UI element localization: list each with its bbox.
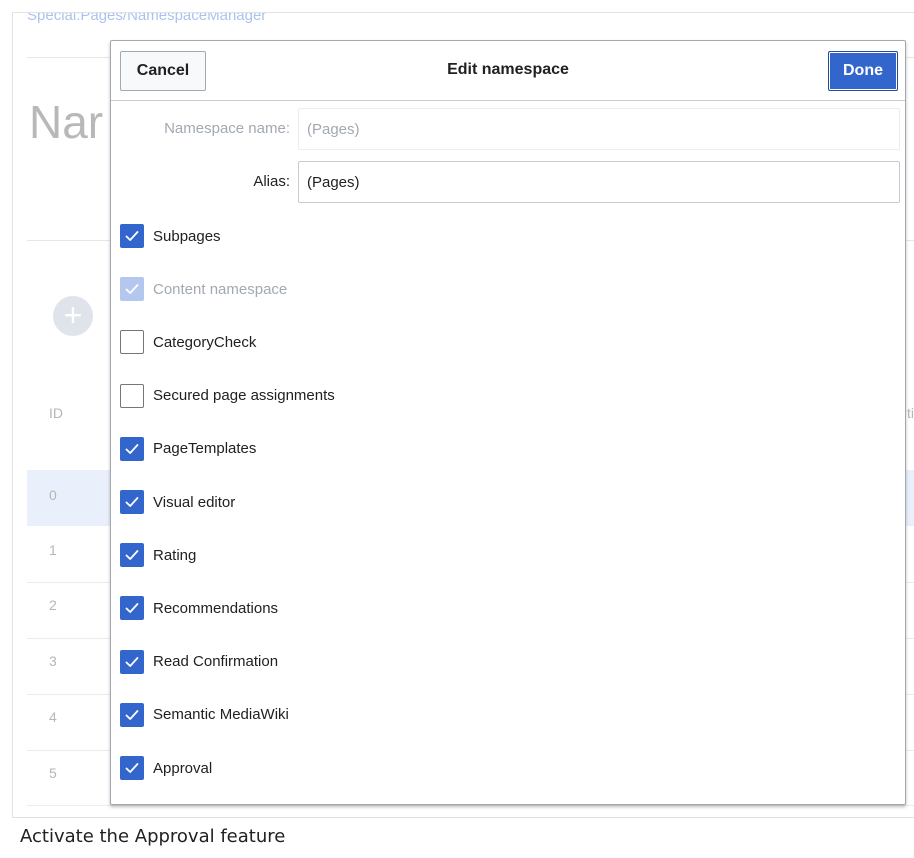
checkbox-row-visual-editor[interactable]: Visual editor (120, 489, 235, 515)
checkbox-read-confirmation[interactable] (120, 649, 144, 674)
done-button[interactable]: Done (828, 51, 898, 91)
checkbox-rating[interactable] (120, 543, 144, 568)
edit-namespace-dialog: Cancel Edit namespace Done Namespace nam… (110, 40, 906, 805)
checkbox-label: Read Confirmation (153, 653, 279, 671)
checkbox-row-recommendations[interactable]: Recommendations (120, 595, 278, 621)
checkbox-label: Content namespace (153, 280, 288, 298)
alias-input[interactable] (298, 161, 900, 203)
checkbox-row-subpages[interactable]: Subpages (120, 223, 221, 249)
checkbox-subpages[interactable] (120, 224, 144, 248)
namespace-name-input (298, 108, 900, 150)
checkbox-label: Approval (153, 759, 213, 777)
checkbox-row-read-confirmation[interactable]: Read Confirmation (120, 649, 278, 675)
checkmark-icon (125, 284, 139, 295)
checkbox-row-approval[interactable]: Approval (120, 755, 212, 781)
dialog-title: Edit namespace (447, 61, 569, 78)
table-row-id: 0 (49, 487, 57, 503)
checkbox-label: Visual editor (153, 493, 236, 511)
dialog-header: Cancel Edit namespace Done (111, 41, 905, 101)
checkbox-approval[interactable] (120, 756, 144, 780)
checkbox-label: Subpages (153, 227, 221, 245)
checkbox-label: Secured page assignments (153, 387, 335, 405)
checkbox-pagetemplates[interactable] (120, 436, 144, 461)
column-header-partial: ti (907, 405, 914, 421)
checkbox-row-content-namespace: Content namespace (120, 276, 287, 302)
checkbox-label: CategoryCheck (153, 333, 257, 351)
column-header-id[interactable]: ID (49, 405, 63, 421)
checkbox-content-namespace (120, 277, 144, 302)
checkbox-label: Recommendations (153, 599, 279, 617)
plus-icon: + (63, 297, 83, 333)
checkbox-row-pagetemplates[interactable]: PageTemplates (120, 436, 256, 462)
add-namespace-button[interactable]: + (53, 296, 93, 336)
checkmark-icon (125, 709, 139, 720)
checkbox-row-semantic-mediawiki[interactable]: Semantic MediaWiki (120, 702, 289, 728)
checkmark-icon (125, 443, 139, 454)
checkbox-row-rating[interactable]: Rating (120, 542, 196, 568)
table-row-id: 4 (49, 709, 57, 725)
alias-label: Alias: (253, 173, 290, 190)
cancel-button[interactable]: Cancel (120, 51, 206, 91)
checkbox-categorycheck[interactable] (120, 330, 144, 355)
row-divider (27, 805, 914, 806)
checkmark-icon (125, 550, 139, 561)
checkmark-icon (125, 603, 139, 614)
checkbox-row-categorycheck[interactable]: CategoryCheck (120, 329, 256, 355)
checkmark-icon (125, 656, 139, 667)
checkbox-recommendations[interactable] (120, 596, 144, 621)
checkmark-icon (125, 231, 139, 241)
checkbox-secured-page-assignments[interactable] (120, 383, 144, 408)
checkbox-row-secured-page-assignments[interactable]: Secured page assignments (120, 383, 335, 409)
checkbox-label: Rating (153, 546, 197, 564)
table-row-id: 5 (49, 765, 57, 781)
checkbox-label: Semantic MediaWiki (153, 706, 289, 724)
checkmark-icon (125, 497, 139, 507)
checkbox-label: PageTemplates (153, 440, 257, 458)
checkbox-semantic-mediawiki[interactable] (120, 702, 144, 727)
caption: Activate the Approval feature (20, 826, 286, 847)
page-title: Nar (29, 96, 104, 148)
namespace-name-label: Namespace name: (164, 120, 290, 137)
checkmark-icon (125, 763, 139, 773)
table-row-id: 3 (49, 653, 57, 669)
table-row-id: 1 (49, 542, 57, 558)
table-row-id: 2 (49, 597, 57, 613)
checkbox-visual-editor[interactable] (120, 490, 144, 514)
breadcrumb[interactable]: Special:Pages/NamespaceManager (27, 13, 266, 24)
